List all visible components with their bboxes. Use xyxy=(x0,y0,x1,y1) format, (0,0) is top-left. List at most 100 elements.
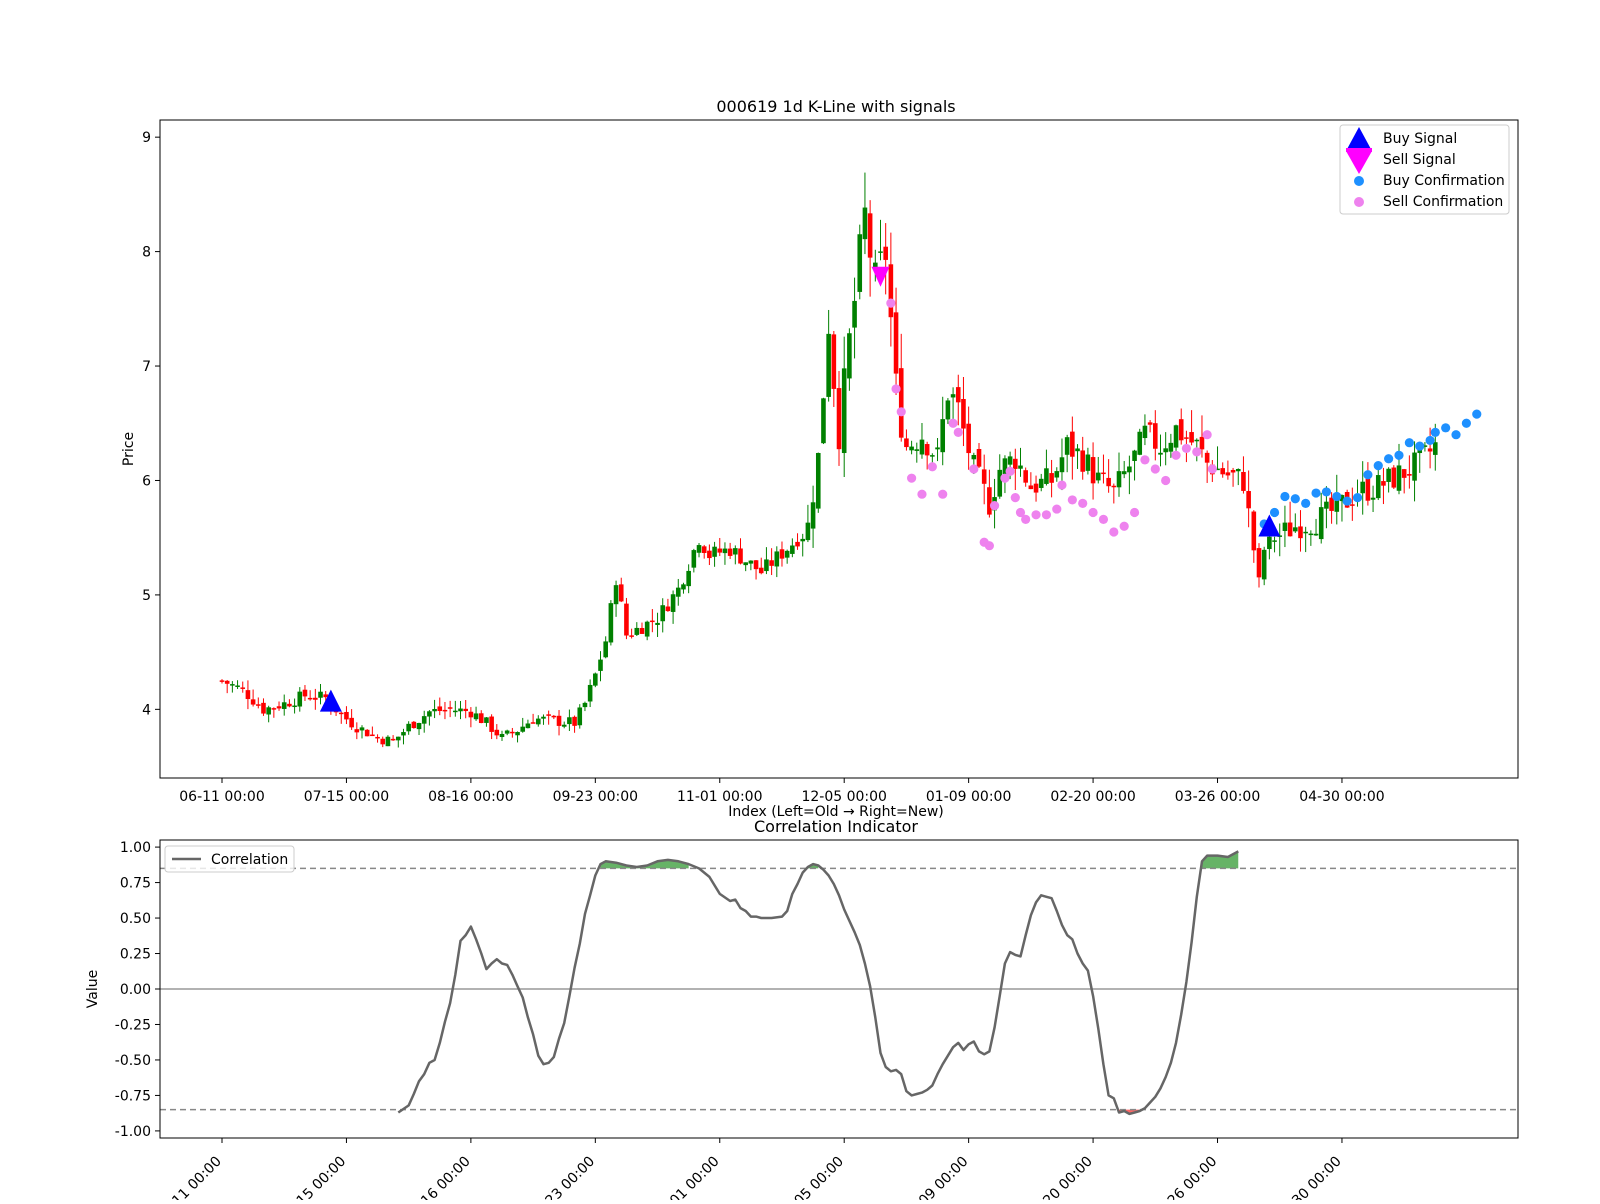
candle-up xyxy=(587,684,593,702)
candle-up xyxy=(644,621,650,637)
candle-down xyxy=(354,729,360,733)
x-tick-label: 06-11 00:00 xyxy=(179,789,264,805)
legend-buy-signal: Buy Signal xyxy=(1383,131,1457,147)
candle-down xyxy=(255,704,261,706)
candle-down xyxy=(478,713,484,724)
candle-up xyxy=(914,449,920,451)
candle-up xyxy=(634,627,640,635)
sell-confirmation-point xyxy=(1057,480,1067,490)
buy-confirmation-point xyxy=(1363,470,1373,480)
candle-down xyxy=(1080,450,1086,472)
sell-confirmation-point xyxy=(1202,430,1212,440)
candle-down xyxy=(551,715,557,718)
y-tick-label: 0.50 xyxy=(120,911,151,927)
candle-down xyxy=(888,264,894,318)
buy-confirmation-legend-icon xyxy=(1354,176,1364,186)
buy-confirmation-point xyxy=(1404,438,1414,448)
candle-down xyxy=(758,567,764,574)
candle-down xyxy=(1070,431,1075,457)
candle-up xyxy=(520,726,526,732)
sell-confirmation-point xyxy=(891,384,901,394)
candle-down xyxy=(224,680,230,684)
candle-down xyxy=(572,716,577,726)
sell-confirmation-legend-icon xyxy=(1354,197,1364,207)
candle-up xyxy=(1303,531,1308,534)
candle-down xyxy=(650,620,655,623)
legend-buy-confirmation: Buy Confirmation xyxy=(1383,173,1505,189)
candle-up xyxy=(1396,465,1402,491)
sell-confirmation-point xyxy=(1041,510,1052,520)
candle-up xyxy=(561,724,567,727)
candle-down xyxy=(1329,497,1334,511)
candle-up xyxy=(1059,457,1065,473)
candle-down xyxy=(1225,472,1231,476)
candle-up xyxy=(748,560,754,564)
y-tick-label: -1.00 xyxy=(115,1124,151,1140)
candle-down xyxy=(639,628,645,634)
candle-down xyxy=(276,706,282,709)
candle-down xyxy=(738,548,743,564)
candle-down xyxy=(836,388,842,450)
y-tick-label: 0.75 xyxy=(120,876,151,892)
candle-up xyxy=(1132,450,1137,461)
candle-up xyxy=(499,733,505,738)
candle-down xyxy=(287,703,292,707)
x-tick-label: 09-23 00:00 xyxy=(553,789,638,805)
candle-up xyxy=(593,673,598,686)
candle-up xyxy=(1318,507,1324,540)
buy-confirmation-point xyxy=(1441,423,1451,433)
candle-up xyxy=(1054,471,1060,478)
buy-confirmation-point xyxy=(1373,460,1383,471)
sell-confirmation-point xyxy=(1078,498,1088,508)
candle-up xyxy=(1142,425,1148,439)
sell-confirmation-point xyxy=(953,427,963,438)
sell-confirmation-point xyxy=(1171,450,1181,460)
candle-up xyxy=(1313,533,1319,536)
buy-confirmation-point xyxy=(1430,427,1440,438)
y-tick-label: 7 xyxy=(142,359,151,375)
candle-down xyxy=(1178,419,1184,441)
buy-confirmation-point xyxy=(1425,435,1435,446)
buy-confirmation-point xyxy=(1290,494,1300,504)
candle-up xyxy=(1163,448,1168,453)
kline-y-label: Price xyxy=(121,432,137,466)
x-tick-label: 02-20 00:00 xyxy=(1050,789,1135,805)
candle-up xyxy=(774,551,780,567)
candle-up xyxy=(401,732,406,736)
candle-up xyxy=(950,394,956,398)
candle-down xyxy=(1220,468,1226,475)
candle-up xyxy=(1038,478,1044,488)
candle-down xyxy=(390,738,396,741)
legend-sell-signal: Sell Signal xyxy=(1383,152,1456,168)
candle-down xyxy=(893,312,899,374)
y-tick-label: 9 xyxy=(142,130,151,146)
candle-up xyxy=(432,708,437,712)
candle-up xyxy=(1272,540,1277,542)
sell-confirmation-point xyxy=(1098,514,1109,524)
candle-up xyxy=(297,691,303,707)
candle-down xyxy=(665,606,671,612)
y-tick-label: 8 xyxy=(142,245,151,261)
candle-down xyxy=(1153,423,1158,449)
candle-down xyxy=(727,548,733,556)
candle-up xyxy=(515,732,520,736)
sell-confirmation-point xyxy=(969,464,979,474)
candle-up xyxy=(810,502,816,529)
legend-correlation: Correlation xyxy=(211,852,288,868)
sell-confirmation-point xyxy=(917,489,927,499)
sell-confirmation-point xyxy=(1207,464,1217,474)
candle-down xyxy=(1298,526,1303,539)
chart-figure: 000619 1d K-Line with signals 4 5 6 7 8 9 06-… xyxy=(0,0,1600,1200)
candle-up xyxy=(857,234,863,292)
sell-confirmation-point xyxy=(1067,495,1077,505)
candle-down xyxy=(313,697,318,700)
sell-confirmation-point xyxy=(989,501,1000,511)
candle-up xyxy=(909,446,914,451)
candle-up xyxy=(421,716,427,724)
candle-up xyxy=(567,717,572,725)
candle-down xyxy=(1251,511,1257,551)
candle-down xyxy=(1049,473,1054,483)
y-tick-label: -0.25 xyxy=(115,1017,151,1033)
candle-up xyxy=(603,641,608,658)
sell-confirmation-point xyxy=(1150,464,1160,474)
